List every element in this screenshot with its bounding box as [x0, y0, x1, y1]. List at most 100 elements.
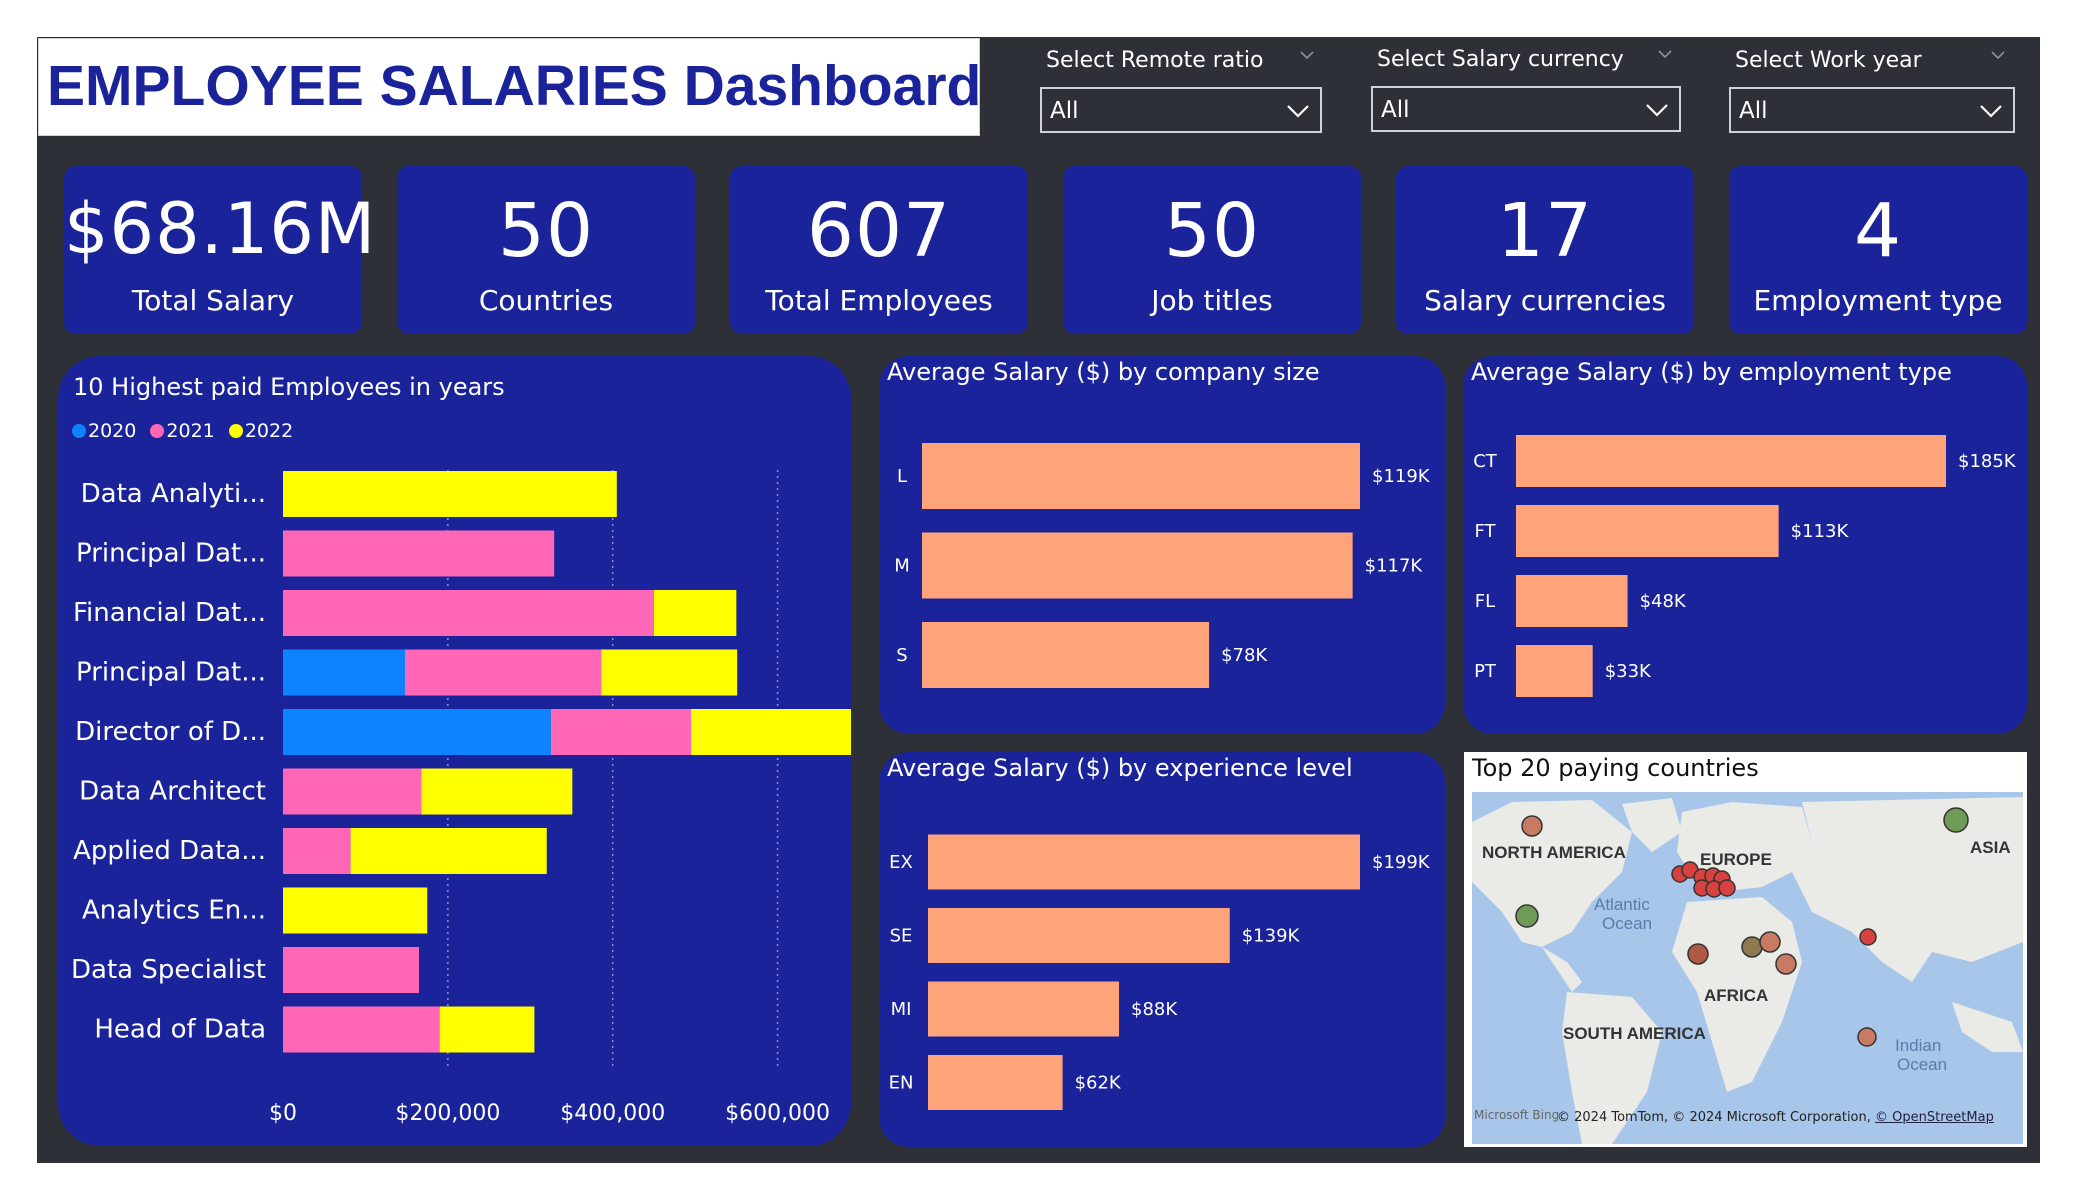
legend-item-2022[interactable]: 2022 [228, 420, 294, 442]
bar [928, 1055, 1063, 1110]
category-label: S [896, 645, 907, 666]
kpi-total-employees: 607 Total Employees [730, 166, 1028, 334]
map-visual[interactable]: Top 20 paying countries NORTH AMERICA EU… [1464, 752, 2027, 1147]
bar [1516, 575, 1628, 627]
data-label: $33K [1605, 661, 1652, 682]
chevron-down-icon[interactable] [1991, 48, 2005, 62]
remote-ratio-value: All [1050, 98, 1079, 124]
map-bubble[interactable] [1515, 904, 1539, 928]
map-bubble[interactable] [1943, 807, 1969, 833]
legend-label: 2022 [244, 420, 294, 442]
bar-segment-2022 [601, 649, 738, 696]
kpi-caption: Total Salary [131, 284, 295, 317]
kpi-value: 607 [806, 188, 952, 274]
tick-label: $0 [269, 1101, 297, 1126]
data-label: $117K [1365, 556, 1424, 577]
top-paid-chart: Data Analyti... Principal Dat... Financial… [71, 470, 851, 1126]
category-label: MI [891, 999, 912, 1020]
kpi-total-salary: $68.16M Total Salary [64, 166, 377, 334]
bar-segment-2021 [283, 947, 420, 993]
legend-item-2021[interactable]: 2021 [150, 420, 215, 442]
kpi-caption: Countries [478, 284, 614, 317]
bar [922, 622, 1210, 688]
tick-label: $200,000 [395, 1101, 500, 1126]
category-label: FL [1475, 591, 1495, 612]
remote-ratio-slicer: Select Remote ratio All [1040, 38, 1328, 138]
work-year-dropdown[interactable]: All [1729, 87, 2015, 133]
bar-segment-2020 [283, 709, 551, 755]
category-label: Head of Data [94, 1015, 266, 1045]
map-bubble[interactable] [1775, 953, 1797, 975]
category-label: M [894, 556, 910, 577]
kpi-caption: Employment type [1753, 284, 2003, 317]
legend-dot [150, 424, 165, 438]
map-label: Ocean [1897, 1055, 1947, 1074]
category-label: Data Specialist [71, 955, 266, 985]
map-bubble[interactable] [1759, 931, 1781, 953]
world-map[interactable]: NORTH AMERICA EUROPE ASIA AFRICA SOUTH A… [1472, 792, 2023, 1144]
bar [928, 834, 1360, 890]
legend-label: 2021 [166, 420, 215, 442]
bing-logo: Microsoft Bing [1474, 1108, 1560, 1122]
data-label: $113K [1791, 521, 1850, 542]
legend-item-2020[interactable]: 2020 [72, 420, 136, 442]
bar-segment-2021 [283, 828, 351, 874]
kpi-caption: Total Employees [765, 284, 993, 317]
map-label: EUROPE [1700, 850, 1772, 869]
category-label: L [897, 466, 907, 487]
category-label: Data Analyti... [81, 479, 266, 509]
slicer-label-remote-ratio: Select Remote ratio [1046, 48, 1264, 73]
salary-currency-dropdown[interactable]: All [1371, 86, 1681, 132]
bar [1516, 645, 1593, 697]
kpi-salary-currencies: 17 Salary currencies [1396, 166, 1694, 334]
category-label: EN [889, 1073, 914, 1094]
slicer-label-salary-currency: Select Salary currency [1377, 47, 1624, 72]
bar-segment-2021 [283, 530, 555, 577]
bar-segment-2021 [550, 709, 692, 755]
kpi-caption: Job titles [1151, 284, 1273, 317]
work-year-value: All [1739, 98, 1768, 124]
title-card: EMPLOYEE SALARIES Dashboard [38, 38, 981, 136]
work-year-slicer: Select Work year All [1729, 38, 2019, 138]
bar-segment-2022 [439, 1006, 535, 1053]
bar-segment-2021 [283, 768, 422, 815]
kpi-value: 17 [1496, 188, 1594, 274]
bar [922, 443, 1360, 509]
openstreetmap-link[interactable]: © OpenStreetMap [1875, 1110, 1994, 1125]
map-bubble[interactable] [1687, 943, 1709, 965]
company-size-chart: L $119K M $117K S $78K [894, 443, 1431, 688]
kpi-countries: 50 Countries [397, 166, 695, 334]
slicer-label-work-year: Select Work year [1735, 48, 1922, 73]
chart-title: 10 Highest paid Employees in years [73, 373, 505, 401]
chevron-down-icon[interactable] [1300, 48, 1314, 62]
bar [922, 532, 1353, 599]
map-bubble[interactable] [1718, 879, 1736, 897]
bar-segment-2022 [421, 768, 573, 815]
data-label: $199K [1372, 852, 1431, 873]
category-label: Principal Dat... [76, 539, 266, 569]
map-bubble[interactable] [1857, 1027, 1877, 1047]
map-label: NORTH AMERICA [1482, 843, 1626, 862]
map-bubble[interactable] [1741, 936, 1763, 958]
kpi-value: 4 [1853, 188, 1903, 274]
category-label: Data Architect [79, 777, 266, 807]
kpi-value: $68.16M [64, 188, 377, 270]
map-label: Atlantic [1594, 895, 1650, 914]
remote-ratio-dropdown[interactable]: All [1040, 87, 1322, 133]
map-title: Top 20 paying countries [1472, 754, 1759, 782]
legend-dot [228, 424, 243, 438]
map-label: Ocean [1602, 914, 1652, 933]
map-bubble[interactable] [1521, 815, 1543, 837]
legend-dot [72, 424, 86, 438]
category-label: Analytics En... [82, 896, 266, 926]
bar-segment-2021 [283, 1006, 440, 1053]
salary-currency-value: All [1381, 97, 1410, 123]
chevron-down-icon[interactable] [1658, 47, 1672, 61]
employment-type-chart: CT $185K FT $113K FL $48K PT $33K [1473, 435, 2017, 697]
map-label: AFRICA [1704, 986, 1768, 1005]
kpi-employment-type: 4 Employment type [1729, 166, 2027, 334]
data-label: $78K [1221, 645, 1268, 666]
bar-segment-2022 [691, 709, 851, 755]
bar-segment-2021 [283, 590, 654, 636]
map-bubble[interactable] [1859, 928, 1877, 946]
